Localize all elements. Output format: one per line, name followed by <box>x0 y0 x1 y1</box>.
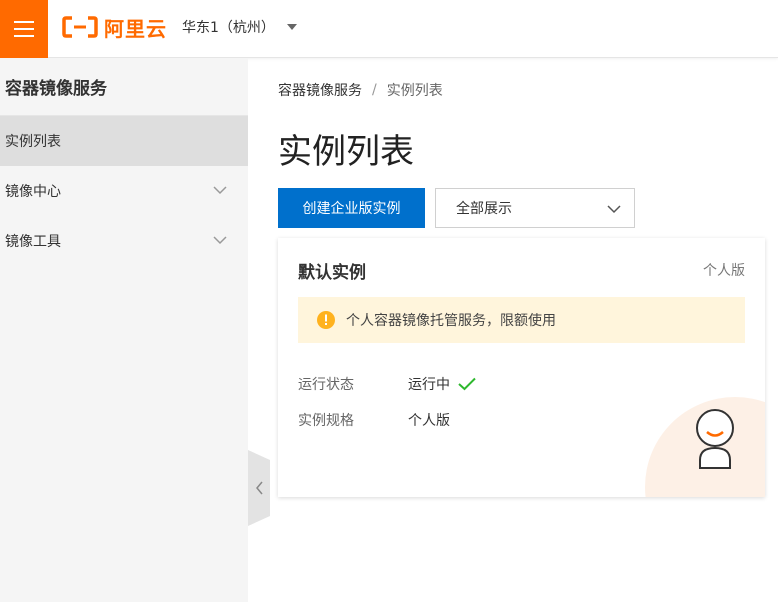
caret-down-icon <box>286 24 297 30</box>
notice-banner: 个人容器镜像托管服务，限额使用 <box>298 297 745 343</box>
menu-icon-line <box>14 28 34 30</box>
sidebar-item-image-tools[interactable]: 镜像工具 <box>0 216 248 266</box>
sidebar: 容器镜像服务 实例列表 镜像中心 镜像工具 <box>0 58 248 602</box>
default-instance-card[interactable]: 默认实例 个人版 个人容器镜像托管服务，限额使用 运行状态 运行中 实例规格 个… <box>278 238 765 497</box>
sidebar-item-label: 镜像工具 <box>5 234 61 250</box>
edition-tag: 个人版 <box>703 263 745 279</box>
chevron-down-icon <box>607 205 621 214</box>
check-icon <box>458 377 476 391</box>
chevron-down-icon <box>213 236 227 245</box>
status-label: 运行状态 <box>298 377 354 393</box>
status-row: 运行状态 运行中 <box>298 374 476 394</box>
spec-label: 实例规格 <box>298 413 354 429</box>
hamburger-menu-button[interactable] <box>0 0 48 58</box>
sidebar-item-instance-list[interactable]: 实例列表 <box>0 116 248 166</box>
warning-icon <box>317 311 335 329</box>
region-label: 华东1（杭州） <box>182 20 275 36</box>
breadcrumb-root-link[interactable]: 容器镜像服务 <box>278 80 362 100</box>
sidebar-item-label: 镜像中心 <box>5 184 61 200</box>
card-title: 默认实例 <box>298 263 366 283</box>
smiley-avatar-icon <box>696 409 734 469</box>
breadcrumb-separator: / <box>372 82 377 98</box>
create-enterprise-instance-button[interactable]: 创建企业版实例 <box>278 188 425 228</box>
breadcrumb-current: 实例列表 <box>386 83 443 99</box>
breadcrumb: 容器镜像服务 / 实例列表 <box>278 80 443 100</box>
select-value: 全部展示 <box>456 201 512 217</box>
sidebar-item-label: 实例列表 <box>5 134 61 150</box>
chevron-down-icon <box>213 186 227 195</box>
aliyun-logo-icon <box>62 16 98 38</box>
notice-text: 个人容器镜像托管服务，限额使用 <box>346 313 556 329</box>
status-value-wrap: 运行中 <box>408 374 476 394</box>
spec-row: 实例规格 个人版 <box>298 410 450 430</box>
menu-icon-line <box>14 21 34 23</box>
logo-text: 阿里云 <box>104 16 167 41</box>
status-value: 运行中 <box>408 377 450 393</box>
menu-icon-line <box>14 35 34 37</box>
sidebar-collapse-handle[interactable] <box>248 450 270 526</box>
page-title: 实例列表 <box>278 132 414 172</box>
sidebar-title: 容器镜像服务 <box>0 58 248 116</box>
sidebar-item-image-center[interactable]: 镜像中心 <box>0 166 248 216</box>
aliyun-logo[interactable]: 阿里云 <box>62 12 167 42</box>
region-selector[interactable]: 华东1（杭州） <box>182 14 297 40</box>
top-bar: 阿里云 华东1（杭州） <box>0 0 778 58</box>
spec-value: 个人版 <box>408 413 450 429</box>
instance-filter-select[interactable]: 全部展示 <box>435 188 635 228</box>
